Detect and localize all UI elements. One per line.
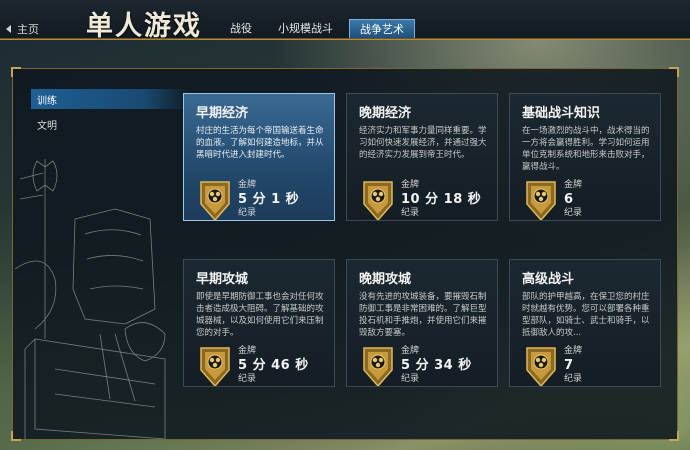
- record-time: 6: [564, 192, 574, 207]
- home-button[interactable]: 主页: [6, 20, 39, 38]
- armor-sketch-illustration: [15, 159, 166, 439]
- card-combat-basics[interactable]: 基础战斗知识 在一场激烈的战斗中，战术得当的一方将会赢得胜利。学习如何运用单位克…: [509, 93, 661, 221]
- record-time: 5 分 46 秒: [238, 358, 309, 373]
- panel-corner: [669, 67, 679, 77]
- card-late-economy[interactable]: 晚期经济 经济实力和军事力量同样重要。学习如何快速发展经济，并通过强大的经济实力…: [346, 93, 498, 221]
- gold-medal-icon: [526, 181, 556, 220]
- medal-row: 金牌 5 分 34 秒 纪录: [361, 346, 472, 386]
- panel-corner: [11, 67, 21, 77]
- record-time: 10 分 18 秒: [401, 192, 482, 207]
- card-description: 没有先进的攻城装备，要摧毁石制防御工事是非常困难的。了解巨型投石机和手推炮，并使…: [359, 292, 487, 338]
- medal-row: 金牌 5 分 46 秒 纪录: [198, 346, 309, 386]
- medal-info: 金牌 6 纪录: [564, 180, 582, 219]
- record-label: 纪录: [564, 374, 583, 384]
- record-label: 纪录: [238, 208, 257, 218]
- gold-medal-icon: [526, 347, 556, 386]
- medal-info: 金牌 10 分 18 秒 纪录: [401, 180, 481, 219]
- medal-label: 金牌: [564, 346, 583, 356]
- medal-label: 金牌: [401, 180, 420, 190]
- sidebar-item-training[interactable]: 训练: [31, 89, 191, 109]
- card-title: 晚期经济: [359, 106, 412, 121]
- record-time: 7: [564, 358, 574, 373]
- medal-info: 金牌 5 分 46 秒 纪录: [238, 346, 309, 385]
- card-title: 早期经济: [196, 106, 249, 121]
- sidebar: 训练 文明: [31, 89, 191, 139]
- medal-info: 金牌 7 纪录: [564, 346, 582, 385]
- sidebar-item-civilizations[interactable]: 文明: [31, 114, 191, 134]
- medal-row: 金牌 7 纪录: [524, 346, 582, 386]
- gold-medal-icon: [363, 181, 393, 220]
- record-label: 纪录: [401, 208, 420, 218]
- gold-medal-icon: [200, 347, 230, 386]
- tab-skirmish[interactable]: 小规模战斗: [268, 19, 343, 39]
- record-label: 纪录: [401, 374, 420, 384]
- gold-medal-icon: [200, 181, 230, 220]
- main-panel: 训练 文明 早期经济 村庄的生活为每个帝国输送着生命的血液。了解如何建造地标，并…: [11, 67, 679, 441]
- medal-label: 金牌: [564, 180, 583, 190]
- card-early-economy[interactable]: 早期经济 村庄的生活为每个帝国输送着生命的血液。了解如何建造地标，并从黑暗时代进…: [183, 93, 335, 221]
- record-time: 5 分 1 秒: [238, 192, 300, 207]
- chevron-left-icon: [6, 25, 11, 33]
- card-description: 部队的护甲越高，在保卫您的村庄时就越有优势。您可以部署各种重型部队，如骑士、武士…: [522, 292, 650, 338]
- record-label: 纪录: [564, 208, 583, 218]
- top-bar: 主页 单人游戏 战役 小规模战斗 战争艺术: [0, 0, 690, 42]
- record-label: 纪录: [238, 374, 257, 384]
- record-time: 5 分 34 秒: [401, 358, 472, 373]
- tab-bar: 战役 小规模战斗 战争艺术: [220, 19, 415, 39]
- medal-row: 金牌 6 纪录: [524, 180, 582, 220]
- tab-campaign[interactable]: 战役: [220, 19, 262, 39]
- gold-medal-icon: [363, 347, 393, 386]
- card-title: 高级战斗: [522, 272, 575, 287]
- card-title: 早期攻城: [196, 272, 249, 287]
- card-description: 经济实力和军事力量同样重要。学习如何快速发展经济，并通过强大的经济实力发展到帝王…: [359, 126, 487, 160]
- medal-row: 金牌 10 分 18 秒 纪录: [361, 180, 481, 220]
- card-description: 村庄的生活为每个帝国输送着生命的血液。了解如何建造地标，并从黑暗时代进入封建时代…: [196, 126, 324, 160]
- medal-info: 金牌 5 分 1 秒 纪录: [238, 180, 299, 219]
- medal-label: 金牌: [401, 346, 420, 356]
- card-description: 在一场激烈的战斗中，战术得当的一方将会赢得胜利。学习如何运用单位克制系统和地形来…: [522, 126, 650, 172]
- medal-label: 金牌: [238, 346, 257, 356]
- card-late-siege[interactable]: 晚期攻城 没有先进的攻城装备，要摧毁石制防御工事是非常困难的。了解巨型投石机和手…: [346, 259, 498, 387]
- home-label: 主页: [17, 23, 39, 36]
- topbar-divider: [0, 38, 690, 39]
- medal-label: 金牌: [238, 180, 257, 190]
- card-description: 即使是早期防御工事也会对任何攻击者造成极大阻碍。了解基础的攻城器械，以及如何使用…: [196, 292, 324, 338]
- card-advanced-combat[interactable]: 高级战斗 部队的护甲越高，在保卫您的村庄时就越有优势。您可以部署各种重型部队，如…: [509, 259, 661, 387]
- card-title: 基础战斗知识: [522, 106, 601, 121]
- panel-corner: [669, 431, 679, 441]
- card-title: 晚期攻城: [359, 272, 412, 287]
- card-early-siege[interactable]: 早期攻城 即使是早期防御工事也会对任何攻击者造成极大阻碍。了解基础的攻城器械，以…: [183, 259, 335, 387]
- medal-row: 金牌 5 分 1 秒 纪录: [198, 180, 299, 220]
- medal-info: 金牌 5 分 34 秒 纪录: [401, 346, 472, 385]
- tab-art-of-war[interactable]: 战争艺术: [349, 19, 415, 39]
